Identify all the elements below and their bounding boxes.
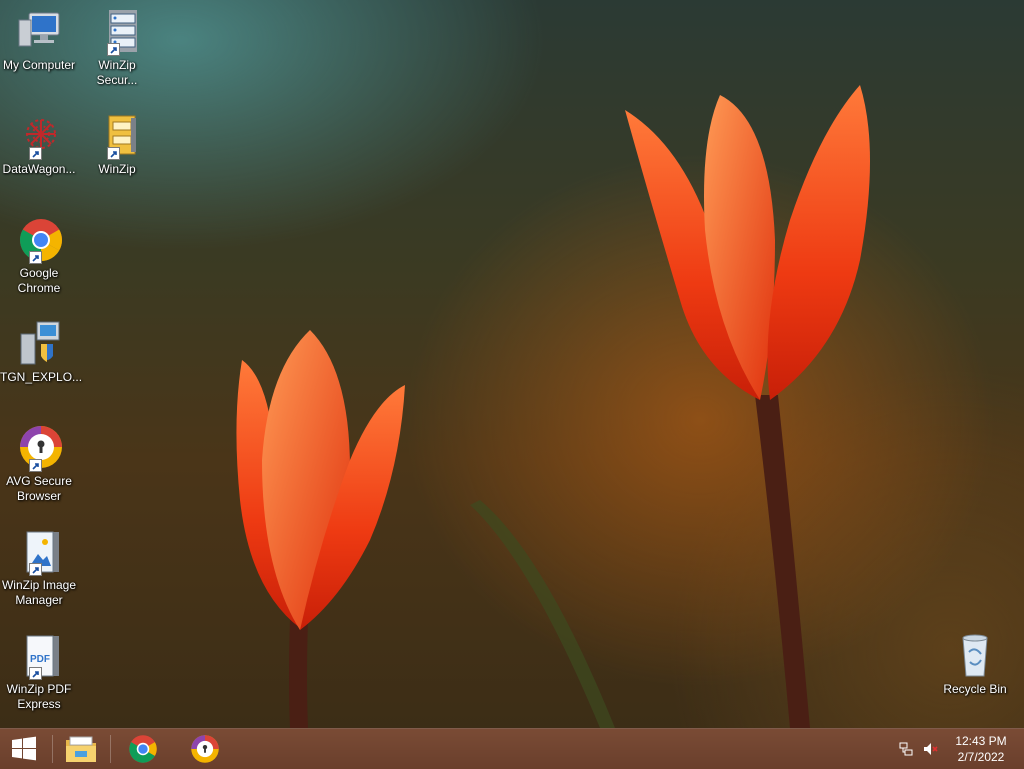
taskbar-avg-browser[interactable] <box>180 729 230 769</box>
computer-icon <box>15 8 63 56</box>
start-button[interactable] <box>0 729 48 769</box>
taskbar: 12:43 PM 2/7/2022 <box>0 728 1024 769</box>
file-explorer-icon <box>66 736 96 762</box>
desktop-icon-label: WinZip PDF Express <box>6 682 72 711</box>
desktop-icon-winzip-image-manager[interactable]: WinZip Image Manager <box>0 528 78 608</box>
desktop-icon-avg-secure-browser[interactable]: AVG Secure Browser <box>0 424 78 504</box>
desktop-icon-winzip[interactable]: WinZip <box>78 112 156 177</box>
avg-browser-icon <box>191 735 219 763</box>
volume-tray-icon[interactable] <box>920 729 940 769</box>
desktop-icon-recycle-bin[interactable]: Recycle Bin <box>936 632 1014 697</box>
desktop-icon-label: WinZip Secur... <box>96 58 138 87</box>
wallpaper <box>236 85 870 728</box>
chrome-icon <box>129 735 157 763</box>
desktop-icon-winzip-pdf-express[interactable]: PDF WinZip PDF Express <box>0 632 78 712</box>
desktop-icon-label: DataWagon... <box>2 162 76 176</box>
winzip-secure-icon <box>93 8 141 56</box>
datawagon-icon <box>15 112 63 160</box>
winzip-image-icon <box>15 528 63 576</box>
desktop-icon-label: TGN_EXPLO... <box>0 370 83 384</box>
desktop-icon-label: WinZip <box>98 162 136 176</box>
volume-muted-icon <box>924 743 938 755</box>
winzip-icon <box>93 112 141 160</box>
desktop-icon-winzip-secure[interactable]: WinZip Secur... <box>78 8 156 88</box>
desktop-icon-label: Recycle Bin <box>943 682 1007 696</box>
chrome-icon <box>15 216 63 264</box>
taskbar-chrome[interactable] <box>118 729 168 769</box>
clock-date: 2/7/2022 <box>957 750 1005 764</box>
network-tray-icon[interactable] <box>896 729 916 769</box>
desktop-icon-datawagon[interactable]: DataWagon... <box>0 112 78 177</box>
network-icon <box>899 742 913 756</box>
clock-time: 12:43 PM <box>955 734 1007 748</box>
winzip-pdf-icon: PDF <box>15 632 63 680</box>
taskbar-divider <box>110 735 111 763</box>
taskbar-file-explorer[interactable] <box>56 729 106 769</box>
desktop-icon-google-chrome[interactable]: Google Chrome <box>0 216 78 296</box>
taskbar-divider <box>52 735 53 763</box>
desktop-icon-my-computer[interactable]: My Computer <box>0 8 78 73</box>
avg-browser-icon <box>15 424 63 472</box>
tray-clock[interactable]: 12:43 PM 2/7/2022 <box>946 729 1016 769</box>
installer-icon <box>15 320 63 368</box>
desktop-icon-label: AVG Secure Browser <box>6 474 72 503</box>
desktop-icon-label: Google Chrome <box>17 266 61 295</box>
desktop-icon-label: WinZip Image Manager <box>1 578 77 607</box>
start-icon <box>12 736 36 761</box>
desktop-icon-label: My Computer <box>2 58 76 72</box>
recycle-bin-icon <box>951 632 999 680</box>
svg-text:PDF: PDF <box>30 654 50 665</box>
desktop-icon-tgn-explorer[interactable]: TGN_EXPLO... <box>0 320 83 385</box>
